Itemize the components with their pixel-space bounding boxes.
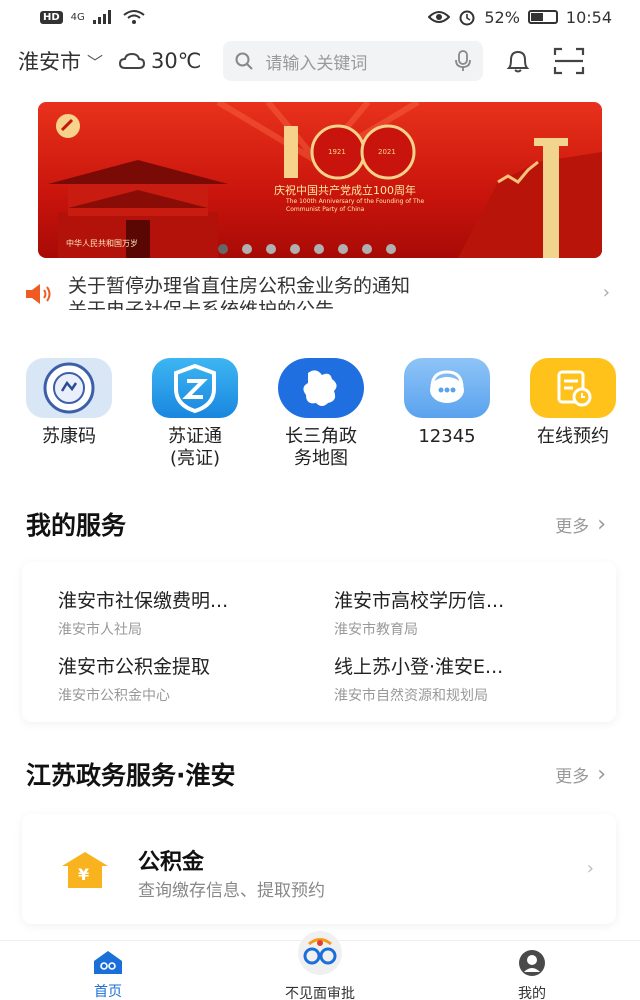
status-bar: HD 4G 52% 10:54 bbox=[0, 0, 640, 34]
shortcut-grid: 苏康码 苏证通 (亮证) 长三角政 务地图 12345 在线预约 bbox=[0, 358, 640, 470]
remote-approval-icon bbox=[298, 931, 342, 975]
certificate-shield-icon bbox=[152, 358, 238, 418]
housing-fund-desc: 查询缴存信息、提取预约 bbox=[138, 881, 325, 901]
more-label: 更多 bbox=[555, 517, 590, 537]
service-dept: 淮安市自然资源和规划局 bbox=[334, 688, 488, 704]
tab-remote-approval[interactable]: 不见面审批 bbox=[260, 929, 380, 1000]
search-input[interactable]: 请输入关键词 bbox=[223, 41, 484, 81]
service-item[interactable]: 线上苏小登·淮安E... 淮安市自然资源和规划局 bbox=[334, 652, 594, 705]
carousel-dot[interactable] bbox=[290, 244, 300, 254]
currency-symbol: ¥ bbox=[78, 865, 90, 884]
sukang-code-icon bbox=[26, 358, 112, 418]
chevron-right-icon: › bbox=[597, 512, 606, 537]
banner-headline-en: The 100th Anniversary of the Founding of… bbox=[286, 198, 425, 213]
notice-line-1: 关于暂停办理省直住房公积金业务的通知 bbox=[68, 275, 411, 297]
service-name: 淮安市社保缴费明... bbox=[58, 590, 229, 612]
signal-strength-icon bbox=[92, 10, 111, 24]
shortcut-suzhengtong[interactable]: 苏证通 (亮证) bbox=[140, 358, 250, 470]
cloud-icon bbox=[119, 52, 146, 69]
carousel-dot[interactable] bbox=[314, 244, 324, 254]
scan-icon[interactable] bbox=[553, 46, 585, 76]
top-header: 淮安市 ﹀ 30℃ 请输入关键词 bbox=[0, 38, 640, 84]
carousel-dot[interactable] bbox=[362, 244, 372, 254]
notice-bar[interactable]: 关于暂停办理省直住房公积金业务的通知 关于电子社保卡系统维护的公告 › bbox=[24, 274, 616, 314]
shortcut-12345[interactable]: 12345 bbox=[392, 358, 502, 448]
service-dept: 淮安市公积金中心 bbox=[58, 688, 170, 704]
carousel-dot[interactable] bbox=[218, 244, 228, 254]
service-dept: 淮安市人社局 bbox=[58, 622, 142, 638]
tab-home[interactable]: 首页 bbox=[48, 949, 168, 1000]
service-dept: 淮安市教育局 bbox=[334, 622, 418, 638]
tab-profile[interactable]: 我的 bbox=[472, 949, 592, 1000]
eye-icon bbox=[428, 11, 451, 23]
alarm-icon bbox=[459, 10, 475, 26]
shortcut-online-appointment[interactable]: 在线预约 bbox=[518, 358, 628, 448]
banner-year-left: 1921 bbox=[328, 148, 346, 156]
carousel-dot[interactable] bbox=[266, 244, 276, 254]
housing-fund-icon: ¥ bbox=[60, 850, 110, 894]
chevron-right-icon: › bbox=[597, 762, 606, 787]
service-item[interactable]: 淮安市公积金提取 淮安市公积金中心 bbox=[58, 652, 318, 705]
hotline-headset-icon bbox=[404, 358, 490, 418]
shortcut-label: 苏证通 (亮证) bbox=[168, 426, 222, 469]
service-name: 淮安市高校学历信... bbox=[334, 590, 505, 612]
battery-percent: 52% bbox=[484, 7, 520, 27]
home-icon bbox=[94, 951, 122, 974]
map-icon bbox=[278, 358, 364, 418]
banner-headline: 庆祝中国共产党成立100周年 bbox=[274, 184, 416, 197]
more-label: 更多 bbox=[555, 767, 590, 787]
search-placeholder: 请输入关键词 bbox=[265, 53, 368, 74]
hd-badge: HD bbox=[40, 10, 63, 24]
banner-year-right: 2021 bbox=[378, 148, 396, 156]
shortcut-label: 12345 bbox=[418, 426, 476, 447]
city-name: 淮安市 bbox=[18, 50, 81, 74]
clock: 10:54 bbox=[565, 7, 612, 27]
battery-icon bbox=[527, 10, 558, 24]
microphone-icon[interactable] bbox=[455, 50, 472, 72]
shortcut-csj-map[interactable]: 长三角政 务地图 bbox=[266, 358, 376, 470]
gate-slogan: 中华人民共和国万岁 bbox=[66, 239, 138, 248]
bottom-nav: 首页 不见面审批 我的 bbox=[0, 931, 640, 1000]
my-services-card: 淮安市社保缴费明... 淮安市人社局 淮安市高校学历信... 淮安市教育局 淮安… bbox=[22, 562, 616, 722]
profile-icon bbox=[519, 950, 545, 976]
housing-fund-card[interactable]: ¥ 公积金 查询缴存信息、提取预约 › bbox=[22, 814, 616, 924]
shortcut-sukangma[interactable]: 苏康码 bbox=[14, 358, 124, 448]
banner-carousel[interactable]: 100 1921 2021 庆祝中国共产党成立100周年 The 100th A… bbox=[38, 102, 602, 258]
gov-services-title: 江苏政务服务·淮安 bbox=[26, 761, 236, 790]
service-item[interactable]: 淮安市社保缴费明... 淮安市人社局 bbox=[58, 586, 318, 639]
my-services-more-link[interactable]: 更多 › bbox=[555, 512, 606, 537]
network-type: 4G bbox=[70, 11, 85, 23]
my-services-title: 我的服务 bbox=[26, 511, 127, 540]
carousel-indicator bbox=[218, 244, 396, 254]
temperature: 30℃ bbox=[151, 49, 202, 73]
tab-label: 首页 bbox=[94, 984, 122, 1000]
bell-icon[interactable] bbox=[503, 46, 533, 76]
speaker-icon bbox=[26, 284, 51, 304]
shortcut-label: 长三角政 务地图 bbox=[285, 426, 357, 469]
shortcut-label: 在线预约 bbox=[537, 426, 609, 447]
search-icon bbox=[235, 52, 254, 70]
carousel-dot[interactable] bbox=[386, 244, 396, 254]
tab-label: 不见面审批 bbox=[285, 986, 355, 1000]
weather-widget[interactable]: 30℃ bbox=[119, 49, 201, 73]
housing-fund-title: 公积金 bbox=[138, 850, 205, 875]
wifi-icon bbox=[123, 10, 145, 24]
chevron-down-icon: ﹀ bbox=[87, 53, 104, 72]
tab-label: 我的 bbox=[518, 986, 546, 1000]
chevron-right-icon: › bbox=[602, 282, 610, 303]
notice-line-2: 关于电子社保卡系统维护的公告 bbox=[68, 299, 335, 310]
service-name: 线上苏小登·淮安E... bbox=[334, 656, 504, 678]
gov-services-more-link[interactable]: 更多 › bbox=[555, 762, 606, 787]
carousel-dot[interactable] bbox=[338, 244, 348, 254]
chevron-right-icon: › bbox=[586, 858, 594, 879]
service-item[interactable]: 淮安市高校学历信... 淮安市教育局 bbox=[334, 586, 594, 639]
appointment-icon bbox=[530, 358, 616, 418]
service-name: 淮安市公积金提取 bbox=[58, 656, 211, 678]
city-selector[interactable]: 淮安市 ﹀ bbox=[18, 46, 103, 76]
carousel-dot[interactable] bbox=[242, 244, 252, 254]
banner-artwork bbox=[48, 102, 602, 258]
shortcut-label: 苏康码 bbox=[42, 426, 96, 447]
